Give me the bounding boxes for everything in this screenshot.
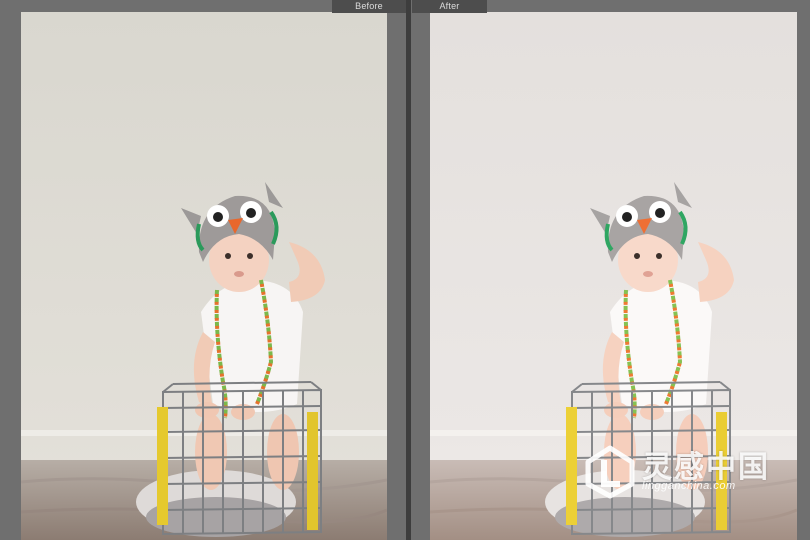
before-pane: Before xyxy=(0,0,408,540)
before-photo xyxy=(21,12,387,540)
after-label: After xyxy=(412,0,487,13)
after-photo xyxy=(430,12,797,540)
before-photo-image xyxy=(21,12,387,540)
after-photo-image xyxy=(430,12,797,540)
before-label: Before xyxy=(332,0,406,13)
after-pane: After xyxy=(410,0,810,540)
